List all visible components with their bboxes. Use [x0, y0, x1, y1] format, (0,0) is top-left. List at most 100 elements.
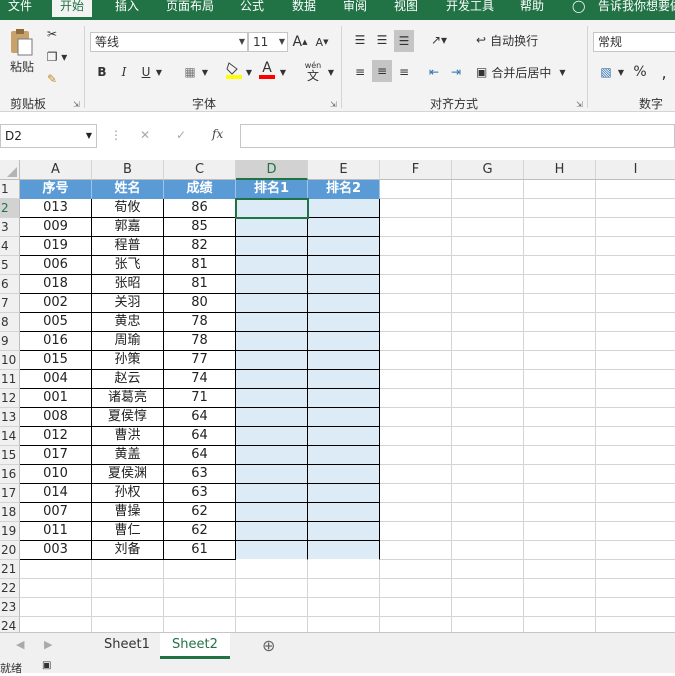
cell-f1[interactable] [380, 180, 452, 199]
cell-d13[interactable] [236, 408, 308, 427]
cell-e11[interactable] [308, 370, 380, 389]
cell-b15[interactable]: 黄盖 [92, 446, 164, 465]
cell-a15[interactable]: 017 [20, 446, 92, 465]
cell-a12[interactable]: 001 [20, 389, 92, 408]
row-header-8[interactable]: 8 [0, 313, 20, 332]
cell-h20[interactable] [524, 541, 596, 560]
cell-f16[interactable] [380, 465, 452, 484]
cell-h21[interactable] [524, 560, 596, 579]
row-header-10[interactable]: 10 [0, 351, 20, 370]
cell-c20[interactable]: 61 [164, 541, 236, 560]
cell-i7[interactable] [596, 294, 675, 313]
cell-f3[interactable] [380, 218, 452, 237]
orientation-icon[interactable]: ↗▾ [424, 30, 454, 50]
cell-g2[interactable] [452, 199, 524, 218]
shrink-font-button[interactable]: A ▼ [314, 32, 330, 52]
paste-icon[interactable] [6, 26, 36, 58]
cell-f5[interactable] [380, 256, 452, 275]
worksheet-grid[interactable]: A B C D E F G H I 1 序号 姓名 成绩 排名1 排名2 2 013 荀攸 86 3 009 郭嘉 85 4 0… [0, 160, 675, 632]
cell-a17[interactable]: 014 [20, 484, 92, 503]
cell-g23[interactable] [452, 598, 524, 617]
cell-b24[interactable] [92, 617, 164, 632]
cell-b18[interactable]: 曹操 [92, 503, 164, 522]
cell-h7[interactable] [524, 294, 596, 313]
align-bottom-icon[interactable]: ☰ [394, 30, 414, 52]
cell-a22[interactable] [20, 579, 92, 598]
cell-h2[interactable] [524, 199, 596, 218]
cell-a23[interactable] [20, 598, 92, 617]
cell-c9[interactable]: 78 [164, 332, 236, 351]
cell-i5[interactable] [596, 256, 675, 275]
cell-f15[interactable] [380, 446, 452, 465]
cell-h15[interactable] [524, 446, 596, 465]
cell-d5[interactable] [236, 256, 308, 275]
cell-h16[interactable] [524, 465, 596, 484]
column-header-b[interactable]: B [92, 160, 164, 180]
chevron-down-icon[interactable]: ▼ [239, 33, 245, 51]
cell-i3[interactable] [596, 218, 675, 237]
cell-b13[interactable]: 夏侯惇 [92, 408, 164, 427]
prev-sheet-icon[interactable]: ◀ [16, 638, 24, 651]
cell-i16[interactable] [596, 465, 675, 484]
cell-b7[interactable]: 关羽 [92, 294, 164, 313]
cell-b23[interactable] [92, 598, 164, 617]
cell-b21[interactable] [92, 560, 164, 579]
cell-e21[interactable] [308, 560, 380, 579]
cell-d15[interactable] [236, 446, 308, 465]
cell-e1[interactable]: 排名2 [308, 180, 380, 199]
column-header-g[interactable]: G [452, 160, 524, 180]
align-left-icon[interactable]: ≡ [350, 62, 370, 82]
cell-a19[interactable]: 011 [20, 522, 92, 541]
merge-center-button[interactable]: ▣ 合并后居中 ▼ [476, 62, 576, 82]
bold-button[interactable]: B [94, 62, 110, 82]
cell-a16[interactable]: 010 [20, 465, 92, 484]
borders-icon[interactable]: ▦ [180, 62, 200, 82]
cell-c14[interactable]: 64 [164, 427, 236, 446]
cell-d22[interactable] [236, 579, 308, 598]
chevron-down-icon[interactable]: ▼ [279, 33, 285, 51]
cell-i23[interactable] [596, 598, 675, 617]
row-header-19[interactable]: 19 [0, 522, 20, 541]
cell-g15[interactable] [452, 446, 524, 465]
cell-c10[interactable]: 77 [164, 351, 236, 370]
cell-d16[interactable] [236, 465, 308, 484]
font-color-icon[interactable]: A [258, 60, 276, 80]
cell-i15[interactable] [596, 446, 675, 465]
align-center-icon[interactable]: ≡ [372, 60, 392, 82]
column-header-e[interactable]: E [308, 160, 380, 180]
font-name-combo[interactable]: 等线 ▼ [90, 32, 248, 52]
cell-g9[interactable] [452, 332, 524, 351]
accounting-format-icon[interactable]: ▧ [596, 62, 616, 82]
cell-e22[interactable] [308, 579, 380, 598]
cell-a10[interactable]: 015 [20, 351, 92, 370]
cell-f17[interactable] [380, 484, 452, 503]
cell-f19[interactable] [380, 522, 452, 541]
row-header-7[interactable]: 7 [0, 294, 20, 313]
row-header-18[interactable]: 18 [0, 503, 20, 522]
cell-c8[interactable]: 78 [164, 313, 236, 332]
row-header-12[interactable]: 12 [0, 389, 20, 408]
cell-h19[interactable] [524, 522, 596, 541]
cell-f24[interactable] [380, 617, 452, 632]
cell-d24[interactable] [236, 617, 308, 632]
cell-g14[interactable] [452, 427, 524, 446]
tab-help[interactable]: 帮助 [520, 0, 544, 17]
cell-d21[interactable] [236, 560, 308, 579]
cell-d6[interactable] [236, 275, 308, 294]
column-header-i[interactable]: I [596, 160, 675, 180]
chevron-down-icon[interactable]: ▼ [278, 62, 288, 82]
cell-b2[interactable]: 荀攸 [92, 199, 164, 218]
row-header-16[interactable]: 16 [0, 465, 20, 484]
cell-c21[interactable] [164, 560, 236, 579]
cell-g16[interactable] [452, 465, 524, 484]
cell-f7[interactable] [380, 294, 452, 313]
cell-c17[interactable]: 63 [164, 484, 236, 503]
select-all-corner[interactable] [0, 160, 20, 180]
cell-b3[interactable]: 郭嘉 [92, 218, 164, 237]
cell-h10[interactable] [524, 351, 596, 370]
cell-a11[interactable]: 004 [20, 370, 92, 389]
cell-g7[interactable] [452, 294, 524, 313]
next-sheet-icon[interactable]: ▶ [44, 638, 52, 651]
cancel-icon[interactable]: ✕ [140, 128, 150, 142]
cell-i14[interactable] [596, 427, 675, 446]
